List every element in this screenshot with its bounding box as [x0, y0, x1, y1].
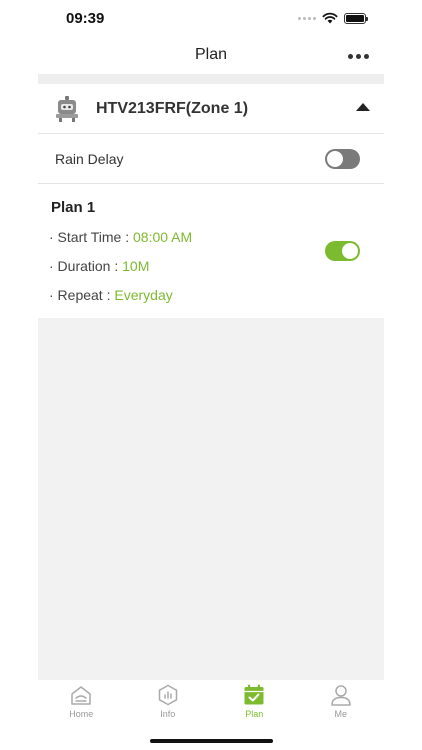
chevron-up-icon[interactable]: [356, 103, 370, 111]
duration-line: · Duration : 10M: [49, 258, 149, 274]
home-indicator[interactable]: [150, 739, 273, 743]
device-header[interactable]: HTV213FRF(Zone 1): [38, 84, 384, 134]
more-options-button[interactable]: [346, 48, 370, 64]
rain-delay-toggle[interactable]: [325, 149, 360, 169]
repeat-label: · Repeat :: [49, 287, 115, 303]
section-divider: [38, 74, 384, 84]
wifi-icon: [322, 12, 338, 24]
tab-home-label: Home: [69, 709, 94, 719]
more-dot-icon: [355, 53, 361, 59]
plan-enable-toggle[interactable]: [325, 241, 360, 261]
tab-me[interactable]: Me: [298, 680, 385, 724]
more-dot-icon: [347, 53, 353, 59]
start-time-line: · Start Time : 08:00 AM: [49, 229, 192, 245]
home-icon: [71, 686, 91, 705]
tab-bar: Home Info Plan Me: [38, 680, 384, 724]
tab-plan-label: Plan: [245, 709, 264, 719]
status-bar: 09:39: [0, 0, 422, 40]
plan-card[interactable]: Plan 1 · Start Time : 08:00 AM · Duratio…: [38, 184, 384, 318]
plan-title: Plan 1: [51, 199, 96, 216]
cellular-signal-icon: [298, 16, 316, 20]
toggle-knob: [342, 243, 358, 259]
empty-content-area: [38, 318, 384, 680]
tab-plan[interactable]: Plan: [211, 680, 298, 724]
battery-icon: [344, 12, 368, 24]
tab-info[interactable]: Info: [125, 680, 212, 724]
info-icon: [158, 684, 177, 706]
more-dot-icon: [363, 53, 369, 59]
rain-delay-label: Rain Delay: [55, 151, 124, 167]
repeat-value: Everyday: [114, 287, 173, 303]
rain-delay-row: Rain Delay: [38, 134, 384, 184]
duration-label: · Duration :: [49, 258, 123, 274]
calendar-check-icon: [244, 684, 264, 705]
page-title: Plan: [194, 46, 228, 63]
person-icon: [331, 685, 351, 706]
tab-me-label: Me: [334, 709, 347, 719]
device-name: HTV213FRF(Zone 1): [96, 100, 249, 117]
nav-bar: Plan: [38, 40, 384, 74]
repeat-line: · Repeat : Everyday: [49, 287, 173, 303]
valve-device-icon: [56, 96, 78, 122]
tab-home[interactable]: Home: [38, 680, 125, 724]
toggle-knob: [327, 151, 343, 167]
start-time-label: · Start Time :: [49, 229, 134, 245]
status-icons: [298, 12, 368, 24]
status-time: 09:39: [66, 10, 105, 27]
start-time-value: 08:00 AM: [133, 229, 193, 245]
tab-info-label: Info: [160, 709, 176, 719]
duration-value: 10M: [122, 258, 150, 274]
